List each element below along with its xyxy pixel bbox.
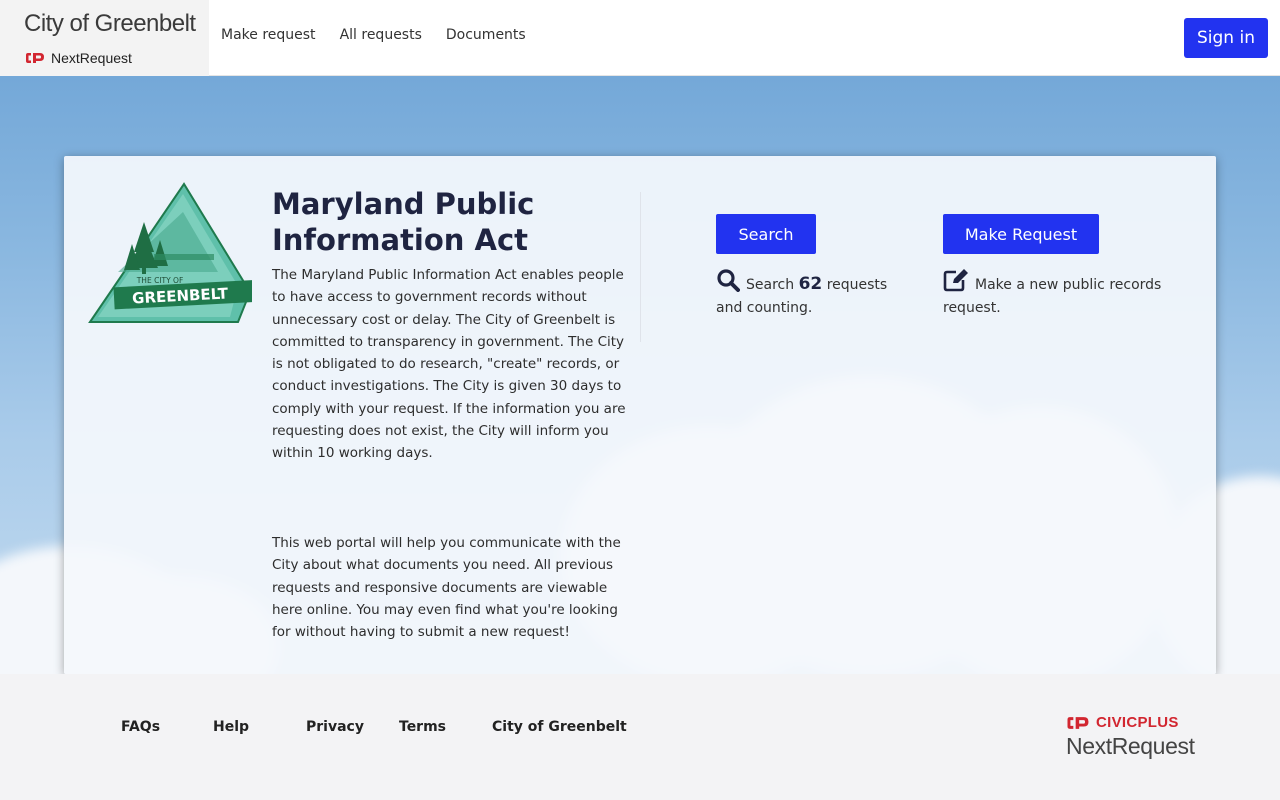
request-count: 62: [798, 274, 823, 294]
make-request-text: Make a new public records request.: [943, 277, 1162, 316]
search-description: Search 62 requests and counting.: [716, 268, 906, 320]
platform-name: NextRequest: [51, 50, 132, 66]
make-request-button[interactable]: Make Request: [943, 214, 1099, 254]
search-icon: [717, 269, 740, 292]
site-title[interactable]: City of Greenbelt: [24, 10, 196, 38]
logo-text-top: THE CITY OF: [136, 276, 184, 285]
civicplus-logo-icon: [1067, 716, 1089, 729]
nav-all-requests[interactable]: All requests: [340, 26, 422, 44]
top-navbar: City of Greenbelt NextRequest Make reque…: [0, 0, 1280, 76]
footer: FAQs Help Privacy Terms City of Greenbel…: [0, 674, 1280, 800]
footer-link-privacy[interactable]: Privacy: [306, 718, 364, 736]
intro-paragraph-2: This web portal will help you communicat…: [272, 535, 621, 641]
edit-icon: [943, 269, 968, 292]
make-request-description: Make a new public records request.: [943, 268, 1173, 320]
footer-link-help[interactable]: Help: [213, 718, 249, 736]
civicplus-brand[interactable]: CIVICPLUS NextRequest: [1066, 714, 1195, 760]
main-nav: Make request All requests Documents: [221, 26, 526, 44]
nextrequest-footer-name: NextRequest: [1066, 733, 1195, 759]
page-title: Maryland Public Information Act: [272, 187, 535, 257]
intro-card: THE CITY OF GREENBELT Maryland Public In…: [64, 156, 1216, 674]
intro-paragraph-1: The Maryland Public Information Act enab…: [272, 267, 626, 462]
civicplus-name: CIVICPLUS: [1096, 714, 1179, 731]
footer-link-terms[interactable]: Terms: [399, 718, 446, 736]
nextrequest-logo-icon: [26, 53, 44, 63]
footer-link-faqs[interactable]: FAQs: [121, 718, 160, 736]
nextrequest-brand: NextRequest: [25, 49, 132, 67]
nav-make-request[interactable]: Make request: [221, 26, 316, 44]
greenbelt-logo: THE CITY OF GREENBELT: [88, 182, 252, 323]
brand-block[interactable]: City of Greenbelt NextRequest: [0, 0, 209, 76]
nav-documents[interactable]: Documents: [446, 26, 526, 44]
footer-link-city[interactable]: City of Greenbelt: [492, 718, 627, 736]
search-button[interactable]: Search: [716, 214, 816, 254]
sign-in-button[interactable]: Sign in: [1184, 18, 1268, 58]
divider: [640, 192, 641, 342]
search-text-before: Search: [746, 277, 795, 293]
